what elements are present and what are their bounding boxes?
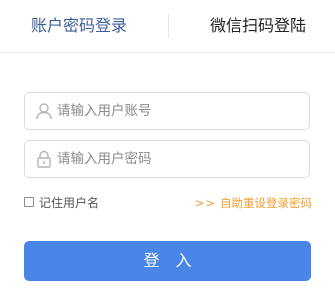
username-input[interactable] xyxy=(57,93,302,129)
remember-username-label[interactable]: 记住用户名 xyxy=(39,194,99,211)
password-field[interactable] xyxy=(24,140,310,178)
remember-username-checkbox[interactable] xyxy=(24,197,34,207)
tab-divider xyxy=(168,14,169,38)
double-chevron-right-icon: >> xyxy=(194,196,216,210)
tab-wechat-scan-login[interactable]: 微信扫码登陆 xyxy=(210,15,306,37)
remember-username: 记住用户名 xyxy=(24,194,99,210)
tab-account-password-login[interactable]: 账户密码登录 xyxy=(31,15,127,37)
login-panel: 账户密码登录 微信扫码登陆 记住用户名 >> 自助重设登录密码 登入 xyxy=(0,0,335,293)
login-button[interactable]: 登入 xyxy=(24,241,311,281)
tabs-underline xyxy=(0,52,335,53)
reset-password-label: 自助重设登录密码 xyxy=(220,196,312,210)
username-field[interactable] xyxy=(24,92,310,130)
reset-password-link[interactable]: >> 自助重设登录密码 xyxy=(195,195,312,211)
user-icon xyxy=(35,102,53,120)
lock-icon xyxy=(35,150,53,168)
password-input[interactable] xyxy=(57,141,302,177)
login-tabs: 账户密码登录 微信扫码登陆 xyxy=(0,0,335,53)
